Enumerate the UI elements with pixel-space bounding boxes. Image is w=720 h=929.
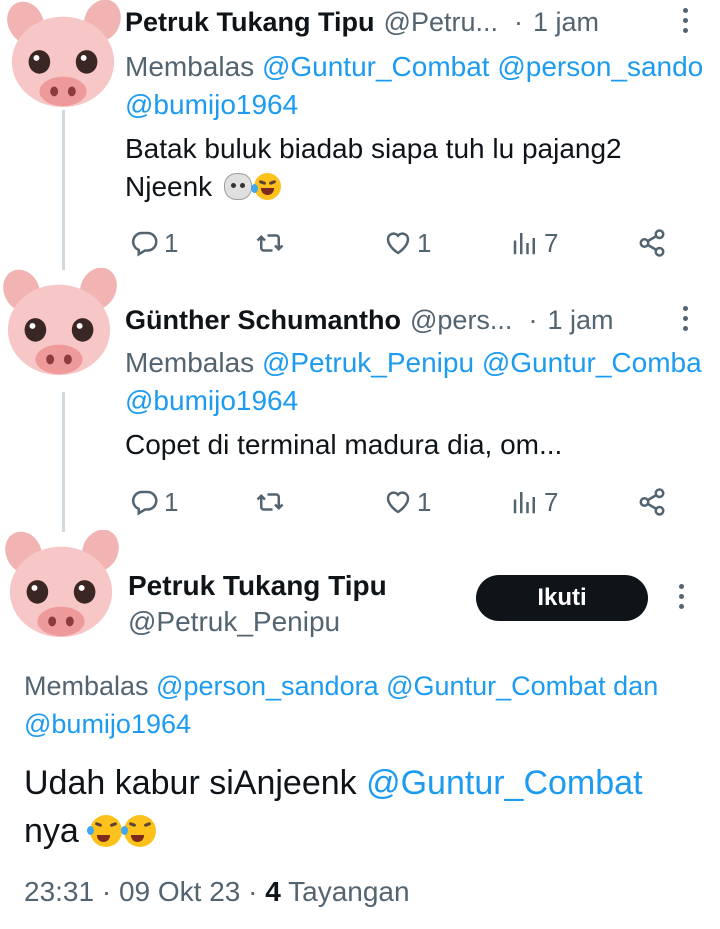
main-display-name[interactable]: Petruk Tukang Tipu: [128, 570, 387, 602]
like-icon: [386, 491, 410, 514]
mention-link[interactable]: @Guntur_Combat: [262, 51, 490, 82]
like-count: 1: [417, 227, 432, 258]
mention-link[interactable]: @Guntur_Comba: [482, 347, 702, 378]
like-count: 1: [417, 486, 432, 517]
like-button[interactable]: 1: [383, 223, 431, 263]
retweet-button[interactable]: [255, 482, 289, 522]
reply-button[interactable]: 1: [130, 482, 178, 522]
tweet-header: Günther Schumantho @pers... · 1 jam: [125, 300, 720, 340]
reply-tweet[interactable]: Petruk Tukang Tipu @Petru... · 1 jam Mem…: [0, 2, 720, 272]
user-handle[interactable]: @pers...: [410, 305, 512, 336]
share-button[interactable]: [637, 482, 671, 522]
rofl-emoji-icon: [121, 815, 157, 847]
timestamp[interactable]: 1 jam: [533, 7, 599, 38]
tweet-date[interactable]: 09 Okt 23: [119, 876, 240, 907]
main-tweet-text: Udah kabur siAnjeenk @Guntur_Combat nya: [24, 759, 714, 855]
views-button[interactable]: 7: [510, 223, 558, 263]
avatar[interactable]: [2, 530, 120, 642]
like-button[interactable]: 1: [383, 482, 431, 522]
replying-to: Membalas @Guntur_Combat @person_sando @b…: [125, 48, 720, 124]
reply-count: 1: [164, 227, 179, 258]
share-icon: [639, 488, 665, 516]
tweet-text-line: Copet di terminal madura dia, om...: [125, 429, 563, 460]
main-user-handle[interactable]: @Petruk_Penipu: [128, 606, 340, 638]
timestamp[interactable]: 1 jam: [547, 305, 613, 336]
rofl-emoji-icon: [87, 815, 123, 847]
tweet-text: Copet di terminal madura dia, om...: [125, 426, 710, 464]
action-bar: 1 1 7: [125, 482, 685, 522]
reply-icon: [131, 490, 158, 516]
more-icon[interactable]: [676, 584, 686, 614]
separator-dot: ·: [528, 304, 538, 335]
tweet-text: Batak buluk biadab siapa tuh lu pajang2 …: [125, 130, 710, 206]
views-icon: [513, 492, 535, 514]
tweet-text-part: Udah kabur siAnjeenk: [24, 764, 367, 802]
reply-prefix: Membalas: [125, 51, 262, 82]
view-count: 7: [544, 486, 559, 517]
follow-button[interactable]: Ikuti: [476, 575, 648, 621]
mention-link[interactable]: @Guntur_Combat: [366, 764, 642, 802]
display-name[interactable]: Günther Schumantho: [125, 305, 401, 336]
action-bar: 1 1 7: [125, 223, 685, 263]
share-icon: [639, 229, 665, 257]
mention-link[interactable]: @Guntur_Combat: [386, 671, 606, 701]
reply-prefix: Membalas: [24, 671, 157, 701]
mention-link[interactable]: @Petruk_Penipu: [262, 347, 474, 378]
pig-avatar-icon: [5, 530, 119, 638]
like-icon: [386, 232, 410, 255]
share-button[interactable]: [637, 223, 671, 263]
mention-link[interactable]: @bumijo1964: [125, 385, 298, 416]
cat-emoji-icon: [223, 173, 252, 200]
tweet-time[interactable]: 23:31: [24, 876, 94, 907]
separator-dot: ·: [513, 6, 523, 37]
reply-and[interactable]: dan: [613, 671, 658, 701]
display-name[interactable]: Petruk Tukang Tipu: [125, 7, 375, 38]
views-button[interactable]: 7: [510, 482, 558, 522]
retweet-button[interactable]: [255, 223, 289, 263]
tweet-text-line: Njeenk: [125, 171, 213, 202]
mention-link[interactable]: @person_sando: [497, 51, 703, 82]
separator-dot: ·: [248, 876, 258, 907]
view-count: 4: [265, 876, 281, 907]
retweet-icon: [256, 493, 284, 511]
retweet-icon: [256, 234, 284, 252]
views-icon: [513, 233, 535, 255]
reply-count: 1: [164, 486, 179, 517]
mention-link[interactable]: @bumijo1964: [24, 709, 191, 739]
more-icon[interactable]: [680, 8, 690, 38]
replying-to: Membalas @Petruk_Penipu @Guntur_Comba @b…: [125, 344, 720, 420]
tweet-text-line: Batak buluk biadab siapa tuh lu pajang2: [125, 133, 622, 164]
replying-to: Membalas @person_sandora @Guntur_Combat …: [24, 667, 714, 743]
tweet-meta: 23:31 · 09 Okt 23 · 4 Tayangan: [24, 876, 410, 908]
reply-icon: [131, 231, 158, 257]
more-icon[interactable]: [680, 306, 690, 336]
rofl-emoji-icon: [250, 173, 281, 200]
mention-link[interactable]: @person_sandora: [156, 671, 379, 701]
views-label: Tayangan: [288, 876, 410, 907]
view-count: 7: [544, 227, 559, 258]
user-handle[interactable]: @Petru...: [384, 7, 498, 38]
tweet-header: Petruk Tukang Tipu @Petru... · 1 jam: [125, 2, 720, 42]
reply-prefix: Membalas: [125, 347, 262, 378]
separator-dot: ·: [101, 876, 112, 907]
tweet-text-part: nya: [24, 812, 79, 850]
reply-tweet[interactable]: Günther Schumantho @pers... · 1 jam Memb…: [0, 300, 720, 530]
mention-link[interactable]: @bumijo1964: [125, 89, 298, 120]
reply-button[interactable]: 1: [130, 223, 178, 263]
